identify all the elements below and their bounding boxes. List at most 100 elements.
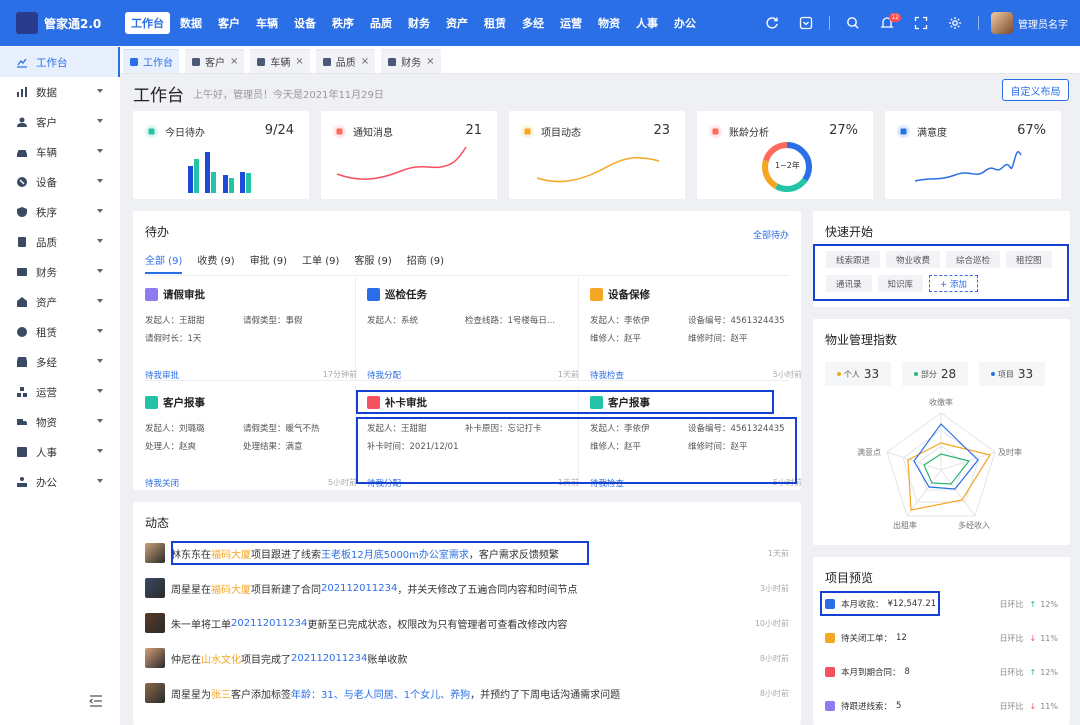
sidebar-item[interactable]: 客户 xyxy=(0,107,120,137)
sidebar-item[interactable]: 秩序 xyxy=(0,197,120,227)
todo-tab[interactable]: 客服 (9) xyxy=(354,252,391,274)
quick-start-item[interactable]: 物业收费 xyxy=(886,251,941,268)
fullscreen-icon[interactable] xyxy=(910,12,932,34)
quick-start-item[interactable]: 通讯录 xyxy=(826,275,872,292)
todo-action-link[interactable]: 待我分配 xyxy=(367,369,401,381)
sidebar-item[interactable]: 品质 xyxy=(0,227,120,257)
topnav-item[interactable]: 运营 xyxy=(554,12,588,34)
close-icon[interactable]: × xyxy=(230,56,238,67)
quick-start-item[interactable]: 综合巡检 xyxy=(946,251,1001,268)
tab-quality[interactable]: 品质 × xyxy=(315,49,376,73)
download-icon[interactable] xyxy=(795,12,817,34)
todo-tab[interactable]: 审批 (9) xyxy=(250,252,287,274)
dynamic-link[interactable]: 王老板12月底5000m办公室需求 xyxy=(321,546,469,561)
topnav-item[interactable]: 设备 xyxy=(288,12,322,34)
todo-card[interactable]: 设备保修 发起人：李依伊 设备编号：4561324435 维修人：赵平 维修时间：赵平待… xyxy=(590,287,812,395)
tab-dashboard[interactable]: 工作台 xyxy=(123,49,179,73)
todo-tab[interactable]: 全部 (9) xyxy=(145,252,183,274)
dynamic-link[interactable]: 年龄：31、与老人同居、1个女儿、养狗 xyxy=(291,686,470,701)
tab-car[interactable]: 车辆 × xyxy=(250,49,310,73)
tab-customer[interactable]: 客户 × xyxy=(185,49,245,73)
todo-card[interactable]: 补卡审批 发起人：王甜甜 补卡原因：忘记打卡 补卡时间：2021/12/01 待我分配 1… xyxy=(367,395,589,503)
sidebar-item[interactable]: 物资 xyxy=(0,407,120,437)
project-row[interactable]: 本月收款： ¥12,547.21 日环比 ↑ 12% xyxy=(825,595,1058,613)
dynamic-link[interactable]: 202112011234 xyxy=(321,583,397,594)
todo-card[interactable]: 客户报事 发起人：李依伊 设备编号：4561324435 维修人：赵平 维修时间：赵平待… xyxy=(590,395,812,503)
topnav-item[interactable]: 办公 xyxy=(668,12,702,34)
index-chip[interactable]: 个人 33 xyxy=(825,362,891,386)
dynamic-link[interactable]: 福码大厦 xyxy=(211,546,251,561)
project-row[interactable]: 待关闭工单： 12 日环比 ↓ 11% xyxy=(825,629,1058,647)
avatar[interactable] xyxy=(991,12,1013,34)
topnav-item[interactable]: 财务 xyxy=(402,12,436,34)
todo-action-link[interactable]: 待我审批 xyxy=(145,369,179,381)
quick-start-item[interactable]: 租控图 xyxy=(1006,251,1052,268)
quick-start-item[interactable]: 线索跟进 xyxy=(826,251,881,268)
todo-card[interactable]: 巡检任务 发起人：系统 检查线路：1号楼每日... 待我分配 1天前 xyxy=(367,287,589,395)
todo-card[interactable]: 客户报事 发起人：刘璐璐 请假类型：暖气不热 处理人：赵爽 处理结果：满意 待我关闭 5小时… xyxy=(145,395,367,503)
sidebar-item[interactable]: 人事 xyxy=(0,437,120,467)
index-chip[interactable]: 项目 33 xyxy=(979,362,1045,386)
topnav-item[interactable]: 客户 xyxy=(212,12,246,34)
topnav-item[interactable]: 品质 xyxy=(364,12,398,34)
todo-action-link[interactable]: 待我检查 xyxy=(590,477,624,489)
todo-tab[interactable]: 工单 (9) xyxy=(302,252,339,274)
sidebar-item[interactable]: 工作台 xyxy=(0,47,120,77)
sidebar-item[interactable]: 办公 xyxy=(0,467,120,497)
dynamic-row[interactable]: 仲尼在 山水文化 项目完成了 202112011234 账单收款 8小时前 xyxy=(145,643,789,673)
tab-finance[interactable]: 财务 × xyxy=(381,49,441,73)
topnav-item[interactable]: 人事 xyxy=(630,12,664,34)
topnav-item[interactable]: 多经 xyxy=(516,12,550,34)
sidebar-item[interactable]: 运营 xyxy=(0,377,120,407)
todo-tab[interactable]: 招商 (9) xyxy=(407,252,444,274)
stat-card-notifications[interactable]: 通知消息 21 xyxy=(321,111,497,199)
topnav-item[interactable]: 车辆 xyxy=(250,12,284,34)
todo-action-link[interactable]: 待我检查 xyxy=(590,369,624,381)
dynamic-row[interactable]: 林东东在 福码大厦 项目跟进了线索 王老板12月底5000m办公室需求 ，客户需求反馈频… xyxy=(145,538,789,568)
topnav-item[interactable]: 租赁 xyxy=(478,12,512,34)
stat-card-satisfaction[interactable]: 满意度 67% xyxy=(885,111,1061,199)
topnav-item[interactable]: 资产 xyxy=(440,12,474,34)
sidebar-item[interactable]: 车辆 xyxy=(0,137,120,167)
project-row[interactable]: 本月到期合同： 8 日环比 ↑ 12% xyxy=(825,663,1058,681)
sidebar-item[interactable]: 资产 xyxy=(0,287,120,317)
stat-card-project-updates[interactable]: 项目动态 23 xyxy=(509,111,685,199)
todo-action-link[interactable]: 待我关闭 xyxy=(145,477,179,489)
close-icon[interactable]: × xyxy=(295,56,303,67)
sidebar-item[interactable]: 多经 xyxy=(0,347,120,377)
close-icon[interactable]: × xyxy=(361,56,369,67)
stat-card-aging-analysis[interactable]: 账龄分析 27% 1~2年 xyxy=(697,111,873,199)
index-chip[interactable]: 部分 28 xyxy=(902,362,968,386)
close-icon[interactable]: × xyxy=(426,56,434,67)
dynamic-link[interactable]: 山水文化 xyxy=(201,651,241,666)
all-todo-link[interactable]: 全部待办 xyxy=(753,228,789,241)
refresh-icon[interactable] xyxy=(761,12,783,34)
user-name[interactable]: 管理员名字 xyxy=(1018,16,1068,31)
todo-action-link[interactable]: 待我分配 xyxy=(367,477,401,489)
quick-start-add-button[interactable]: + 添加 xyxy=(929,275,978,292)
sidebar-item[interactable]: 数据 xyxy=(0,77,120,107)
topnav-item[interactable]: 工作台 xyxy=(125,12,170,34)
custom-layout-button[interactable]: 自定义布局 xyxy=(1002,79,1069,101)
search-icon[interactable] xyxy=(842,12,864,34)
sidebar-item[interactable]: 财务 xyxy=(0,257,120,287)
dynamic-link[interactable]: 张三 xyxy=(211,686,231,701)
dynamic-row[interactable]: 周星星为 张三 客户添加标签 年龄：31、与老人同居、1个女儿、养狗 ，并预约了下周电话… xyxy=(145,678,789,708)
collapse-sidebar-icon[interactable] xyxy=(89,695,103,707)
topnav-item[interactable]: 物资 xyxy=(592,12,626,34)
app-logo[interactable]: 管家通2.0 xyxy=(0,12,120,34)
project-row[interactable]: 待跟进线索： 5 日环比 ↓ 11% xyxy=(825,697,1058,715)
topnav-item[interactable]: 秩序 xyxy=(326,12,360,34)
sidebar-item[interactable]: 租赁 xyxy=(0,317,120,347)
quick-start-item[interactable]: 知识库 xyxy=(877,275,924,292)
dynamic-row[interactable]: 周星星在 福码大厦 项目新建了合同 202112011234 ，并关天修改了五遍合同内容… xyxy=(145,573,789,603)
topnav-item[interactable]: 数据 xyxy=(174,12,208,34)
gear-icon[interactable] xyxy=(944,12,966,34)
bell-icon[interactable]: 12 xyxy=(876,12,901,34)
dynamic-row[interactable]: 朱一单将工单 202112011234 更新至已完成状态，权限改为只有管理者可查看改… xyxy=(145,608,789,638)
dynamic-link[interactable]: 202112011234 xyxy=(291,653,367,664)
todo-card[interactable]: 请假审批 发起人：王甜甜 请假类型：事假 请假时长：1天 待我审批 17分钟前 xyxy=(145,287,367,395)
todo-tab[interactable]: 收费 (9) xyxy=(197,252,234,274)
stat-card-today-todo[interactable]: 今日待办 9/24 xyxy=(133,111,309,199)
sidebar-item[interactable]: 设备 xyxy=(0,167,120,197)
